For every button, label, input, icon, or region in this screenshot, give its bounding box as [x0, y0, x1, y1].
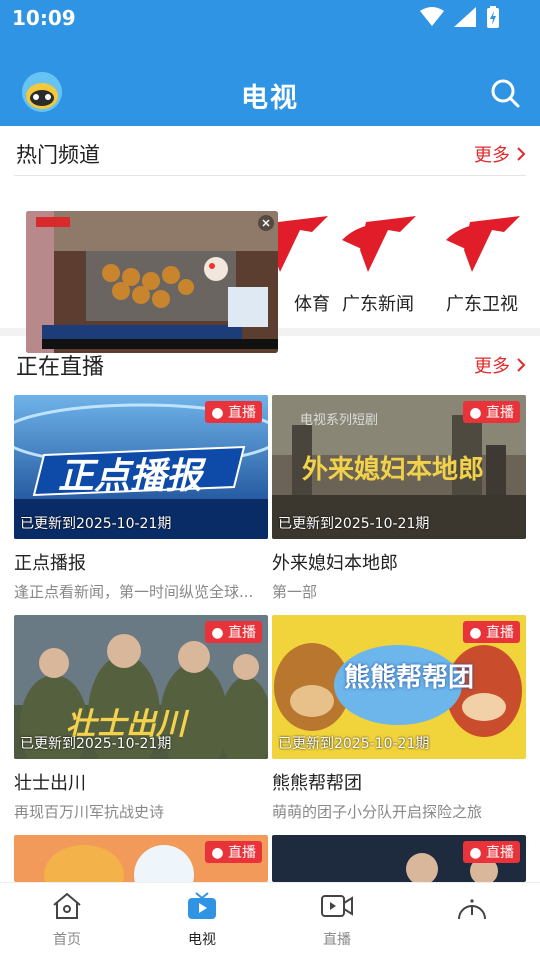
tv-icon: [188, 892, 216, 919]
live-more-button[interactable]: 更多: [474, 352, 526, 378]
battery-icon: [487, 6, 499, 28]
live-badge: ● 直播: [205, 841, 262, 863]
program-thumbnail: 电视系列短剧 外来媳妇本地郎 ● 直播 已更新到2025-10-21期: [272, 395, 526, 539]
thumb-title-text: 外来媳妇本地郎: [302, 455, 485, 485]
live-card[interactable]: 熊熊帮帮团 ● 直播 已更新到2025-10-21期 熊熊帮帮团 萌萌的团子小分…: [272, 615, 526, 822]
gdtv-logo-icon: [446, 216, 520, 272]
update-label: 已更新到2025-10-21期: [20, 736, 172, 752]
search-icon[interactable]: [490, 78, 520, 108]
gdtv-logo-icon: [342, 216, 416, 272]
update-label: 已更新到2025-10-21期: [20, 516, 172, 532]
channel-label: 广东卫视: [446, 294, 518, 315]
nav-label: 电视: [188, 932, 216, 948]
divider: [14, 175, 526, 176]
chevron-right-icon: [517, 147, 526, 161]
thumb-title-text: 熊熊帮帮团: [344, 663, 475, 693]
nav-label: 首页: [53, 932, 81, 948]
program-thumbnail: ● 直播: [14, 835, 268, 882]
chevron-right-icon: [517, 358, 526, 372]
nav-item-home[interactable]: 首页: [17, 891, 117, 949]
live-card[interactable]: ● 直播: [14, 835, 268, 882]
live-header: 正在直播 更多: [16, 345, 526, 385]
live-badge: ● 直播: [463, 841, 520, 863]
nav-item-info[interactable]: [422, 891, 522, 929]
live-card[interactable]: ● 直播: [272, 835, 526, 882]
page-title: 电视: [241, 83, 299, 114]
program-thumbnail: 熊熊帮帮团 ● 直播 已更新到2025-10-21期: [272, 615, 526, 759]
video-icon: [321, 895, 353, 917]
hot-channels-header: 热门频道 更多: [16, 134, 526, 174]
update-label: 已更新到2025-10-21期: [278, 516, 430, 532]
live-badge-label: 直播: [228, 625, 256, 641]
close-icon[interactable]: [258, 215, 274, 231]
live-badge: ● 直播: [205, 621, 262, 643]
video-frame-image: [26, 211, 278, 353]
live-card[interactable]: 正点播报 ● 直播 已更新到2025-10-21期 正点播报 逢正点看新闻，第一…: [14, 395, 268, 602]
app-header: 电视: [0, 36, 540, 126]
nav-label: 直播: [323, 932, 351, 948]
update-label: 已更新到2025-10-21期: [278, 736, 430, 752]
program-title: 熊熊帮帮团: [272, 773, 362, 794]
status-time: 10:09: [12, 6, 76, 30]
nav-item-live[interactable]: 直播: [287, 891, 387, 949]
channel-label: 广东新闻: [342, 294, 414, 315]
hot-channels-more-button[interactable]: 更多: [474, 141, 526, 167]
program-desc: 再现百万川军抗战史诗: [14, 803, 165, 821]
signal-icon: [454, 7, 476, 27]
more-label: 更多: [474, 145, 510, 166]
home-icon: [53, 892, 81, 919]
channel-item-gd-news[interactable]: 广东新闻: [328, 210, 428, 316]
thumb-title-text: 正点播报: [58, 456, 203, 497]
program-thumbnail: 壮士出川 ● 直播 已更新到2025-10-21期: [14, 615, 268, 759]
status-bar: 10:09: [0, 0, 540, 36]
live-badge-label: 直播: [486, 845, 514, 861]
program-desc: 萌萌的团子小分队开启探险之旅: [272, 803, 483, 821]
live-title: 正在直播: [16, 355, 105, 380]
live-card[interactable]: 壮士出川 ● 直播 已更新到2025-10-21期 壮士出川 再现百万川军抗战史…: [14, 615, 268, 822]
program-title: 壮士出川: [14, 773, 86, 794]
live-badge: ● 直播: [463, 401, 520, 423]
floating-video-player[interactable]: [26, 211, 278, 353]
nav-item-tv[interactable]: 电视: [152, 891, 252, 949]
live-badge-label: 直播: [486, 625, 514, 641]
bottom-nav: 首页 电视 直播: [0, 882, 540, 960]
program-thumbnail: ● 直播: [272, 835, 526, 882]
thumb-caption: 电视系列短剧: [300, 413, 379, 428]
program-title: 外来媳妇本地郎: [272, 553, 398, 574]
wifi-icon: [420, 7, 444, 26]
live-badge-label: 直播: [486, 405, 514, 421]
program-desc: 第一部: [272, 583, 318, 601]
channel-item-gd-satellite[interactable]: 广东卫视: [432, 210, 532, 316]
info-icon: [458, 899, 486, 920]
live-badge-label: 直播: [228, 845, 256, 861]
live-card[interactable]: 电视系列短剧 外来媳妇本地郎 ● 直播 已更新到2025-10-21期 外来媳妇…: [272, 395, 526, 602]
live-badge: ● 直播: [463, 621, 520, 643]
program-title: 正点播报: [14, 553, 86, 574]
hot-channels-title: 热门频道: [16, 143, 100, 167]
program-thumbnail: 正点播报 ● 直播 已更新到2025-10-21期: [14, 395, 268, 539]
more-label: 更多: [474, 356, 510, 377]
live-badge-label: 直播: [228, 405, 256, 421]
live-badge: ● 直播: [205, 401, 262, 423]
program-desc: 逢正点看新闻，第一时间纵览全球...: [14, 583, 254, 601]
